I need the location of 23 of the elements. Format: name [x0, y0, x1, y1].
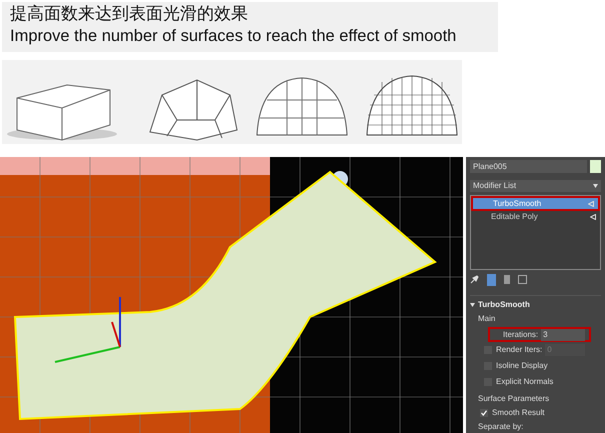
modifier-stack-item[interactable]: Editable Poly	[471, 211, 600, 223]
check-icon	[481, 410, 487, 416]
caret-icon	[593, 184, 598, 188]
checkbox-label: Smooth Result	[492, 407, 544, 419]
checkbox-label: Explicit Normals	[496, 376, 554, 388]
group-main-label: Main	[478, 313, 496, 325]
checkbox-label: Render Iters:	[496, 344, 542, 356]
modifier-stack-item[interactable]: TurboSmooth	[471, 196, 600, 211]
iterations-spinner[interactable]: Iterations: 3	[488, 327, 591, 342]
triangle-icon	[590, 214, 596, 220]
pin-icon[interactable]	[470, 275, 479, 284]
caption-title: 提高面数来达到表面光滑的效果	[10, 3, 249, 25]
caption-subtitle: Improve the number of surfaces to reach the effect of smooth	[10, 26, 458, 47]
color-swatch[interactable]	[590, 160, 601, 173]
object-name-field[interactable]: Plane005	[470, 160, 588, 173]
group-surface-label: Surface Parameters	[478, 393, 550, 405]
collapse-icon[interactable]	[470, 303, 475, 307]
checkbox[interactable]	[480, 409, 488, 417]
triangle-icon	[588, 200, 594, 206]
modifier-list-dropdown[interactable]: Modifier List	[470, 180, 601, 192]
checkbox-label: Isoline Display	[496, 360, 548, 372]
separate-by-label: Separate by:	[478, 421, 524, 433]
rollout-title[interactable]: TurboSmooth	[478, 299, 530, 311]
